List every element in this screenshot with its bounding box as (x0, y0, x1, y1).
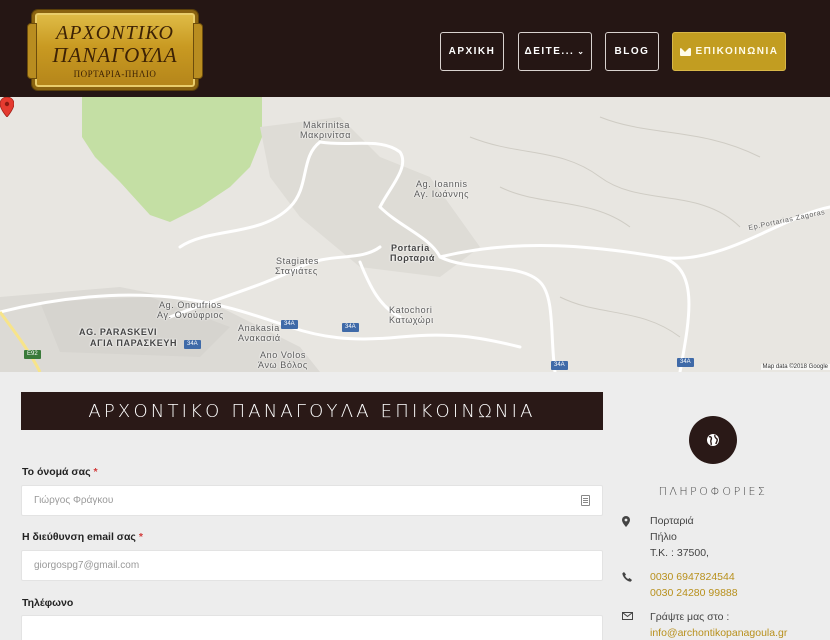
nav-contact-label: ΕΠΙΚΟΙΝΩΝΙΑ (695, 46, 779, 57)
road-east (658, 255, 691, 372)
road-sign-34a-2: 34A (342, 323, 359, 332)
site-header: ΑΡΧΟΝΤΙΚΟ ΠΑΝΑΓΟΥΛΑ ΠΟΡΤΑΡΙΑ-ΠΗΛΙΟ ΑΡΧΙΚ… (0, 0, 830, 97)
site-logo[interactable]: ΑΡΧΟΝΤΙΚΟ ΠΑΝΑΓΟΥΛΑ ΠΟΡΤΑΡΙΑ-ΠΗΛΙΟ (27, 10, 203, 90)
chevron-down-icon: ⌄ (577, 47, 586, 56)
map-label-portaria: Portaria (391, 243, 430, 253)
map-label-stagiates: Stagiates (276, 256, 319, 266)
address-line2: Πήλιο (650, 531, 677, 543)
nav-contact-button[interactable]: ΕΠΙΚΟΙΝΩΝΙΑ (672, 32, 786, 71)
nav-see-dropdown[interactable]: ΔΕΙΤΕ... ⌄ (518, 32, 592, 71)
phone-label: Τηλέφωνο (22, 597, 73, 609)
info-title: ΠΛΗΡΟΦΟΡΙΕΣ (658, 485, 768, 498)
nav-home-label: ΑΡΧΙΚΗ (448, 46, 496, 57)
nav-home-button[interactable]: ΑΡΧΙΚΗ (440, 32, 504, 71)
road-sign-34a-5: 34A (677, 358, 694, 367)
logo-line1: ΑΡΧΟΝΤΙΚΟ (56, 22, 174, 44)
address-line1: Πορταριά (650, 515, 694, 527)
map-marker-icon (622, 516, 630, 527)
road-volos (288, 325, 522, 349)
map-credit: Map data ©2018 Google (760, 364, 830, 370)
map-label-portaria-gr: Πορταριά (390, 253, 436, 263)
google-map[interactable]: Makrinitsa Μακρινίτσα Ag. Ioannis Αγ. Ιω… (0, 97, 830, 372)
map-label-makrinitsa: Makrinitsa (303, 120, 351, 130)
map-label-paraskevi: AG. PARASKEVI (79, 327, 158, 337)
terrain-lines (469, 116, 761, 338)
required-mark: * (138, 531, 143, 543)
email-link[interactable]: info@archontikopanagoula.gr (650, 625, 787, 640)
map-label-anakasia: Anakasia (238, 323, 280, 333)
phone-number-1[interactable]: 0030 6947824544 (650, 569, 738, 585)
map-pin-icon[interactable] (0, 97, 14, 117)
name-input[interactable]: Γιώργος Φράγκου (21, 485, 603, 516)
map-label-ano-volos: Ano Volos (260, 350, 306, 360)
write-label: Γράψτε μας στο : (650, 611, 730, 623)
phone-input[interactable] (21, 615, 603, 640)
road-zagora (438, 205, 830, 260)
contact-form-title: ΑΡΧΟΝΤΙΚΟ ΠΑΝΑΓΟΥΛΑ ΕΠΙΚΟΙΝΩΝΙΑ (21, 392, 603, 430)
road-sign-e92: E92 (24, 350, 41, 359)
nav-blog-button[interactable]: BLOG (605, 32, 659, 71)
map-label-paraskevi-gr: ΑΓΙΑ ΠΑΡΑΣΚΕΥΗ (90, 338, 178, 348)
envelope-icon (622, 612, 633, 620)
phone-number-2[interactable]: 0030 24280 99888 (650, 585, 738, 601)
name-label-text: Το όνομά σας (22, 466, 91, 478)
nav-blog-label: BLOG (614, 46, 650, 57)
road-sign-34a-3: 34A (184, 340, 201, 349)
map-label-anakasia-gr: Ανακασιά (238, 333, 281, 343)
logo-line3: ΠΟΡΤΑΡΙΑ-ΠΗΛΙΟ (73, 69, 157, 79)
map-label-ioannis: Ag. Ioannis (416, 179, 468, 189)
phone-icon (622, 572, 632, 582)
globe-icon (707, 434, 719, 446)
required-mark: * (93, 466, 98, 478)
map-label-stagiates-gr: Σταγιάτες (275, 266, 318, 276)
logo-line2: ΠΑΝΑΓΟΥΛΑ (52, 43, 178, 67)
envelope-icon (679, 47, 691, 56)
road-sign-34a-1: 34A (281, 320, 298, 329)
email-label-text: Η διεύθυνση email σας (22, 531, 136, 543)
map-label-onoufrios-gr: Αγ. Ονούφριος (157, 310, 224, 320)
nav-see-label: ΔΕΙΤΕ... (524, 46, 575, 57)
map-label-katochori-gr: Κατωχώρι (389, 315, 434, 325)
forest-area (82, 97, 262, 222)
address-block: Πορταριά Πήλιο Τ.Κ. : 37500, (650, 513, 709, 561)
map-label-makrinitsa-gr: Μακρινίτσα (300, 130, 352, 140)
map-label-ano-volos-gr: Άνω Βόλος (258, 360, 308, 370)
name-input-placeholder: Γιώργος Φράγκου (34, 495, 114, 506)
email-input-placeholder: giorgospg7@gmail.com (34, 560, 140, 571)
map-label-onoufrios: Ag. Onoufrios (159, 300, 222, 310)
phone-label-text: Τηλέφωνο (22, 597, 74, 609)
map-label-ioannis-gr: Αγ. Ιωάννης (414, 189, 470, 199)
globe-badge (689, 416, 737, 464)
email-input[interactable]: giorgospg7@gmail.com (21, 550, 603, 581)
name-label: Το όνομά σας * (22, 466, 98, 478)
contact-card-icon (581, 495, 590, 506)
email-label: Η διεύθυνση email σας * (22, 531, 143, 543)
phone-block: 0030 6947824544 0030 24280 99888 (650, 569, 738, 601)
map-label-katochori: Katochori (389, 305, 433, 315)
address-line3: Τ.Κ. : 37500, (650, 547, 709, 559)
road-sign-34a-4: 34A (551, 361, 568, 370)
